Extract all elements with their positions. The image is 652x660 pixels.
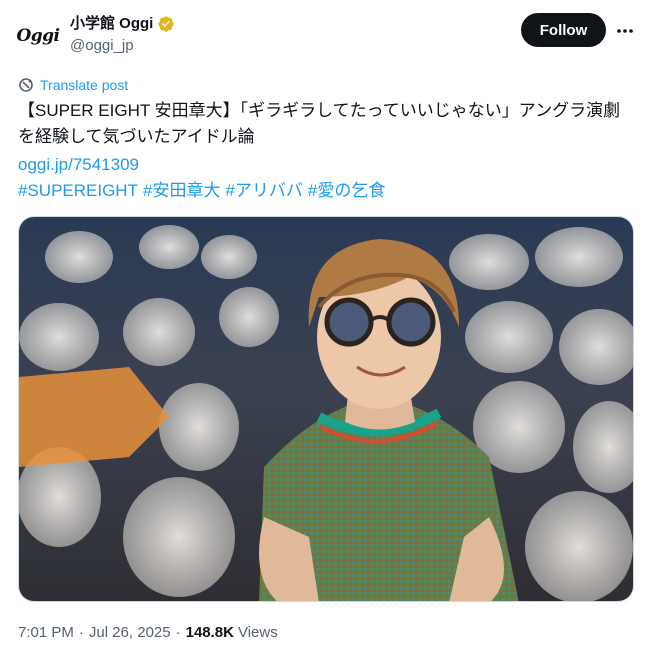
separator-dot: · [175,624,181,641]
verified-badge-icon [158,16,175,32]
hashtag[interactable]: #安田章大 [143,179,220,203]
avatar-logo: Oggi [16,26,60,46]
hashtag[interactable]: #SUPEREIGHT [18,179,138,203]
handle[interactable]: @oggi_jp [70,36,175,56]
post-link[interactable]: oggi.jp/7541309 [18,153,139,177]
author-info: 小学館 Oggi @oggi_jp [70,14,175,56]
more-options-icon [617,29,633,33]
display-name[interactable]: 小学館 Oggi [70,14,175,34]
hashtag[interactable]: #愛の乞食 [308,179,385,203]
avatar[interactable]: Oggi [16,14,60,58]
separator-dot: · [78,624,84,641]
photo-illustration [19,217,633,601]
views-count: 148.8K [185,624,234,641]
post-meta: 7:01 PM · Jul 26, 2025 · 148.8K Views [18,624,278,641]
views-label: Views [237,624,278,641]
post-text: 【SUPER EIGHT 安田章大】「ギラギラしてたっていいじゃない」アングラ演… [18,101,621,146]
follow-button[interactable]: Follow [521,13,606,47]
display-name-text: 小学館 Oggi [70,15,154,32]
post-image[interactable] [18,216,634,602]
post-time[interactable]: 7:01 PM [18,624,74,641]
post-date[interactable]: Jul 26, 2025 [89,624,171,641]
hashtag-list: #SUPEREIGHT #安田章大 #アリババ #愛の乞食 [18,179,385,203]
hashtag[interactable]: #アリババ [225,179,302,203]
more-options-button[interactable] [612,18,638,44]
translate-post-link[interactable]: Translate post [18,77,128,93]
translate-icon [19,78,33,92]
translate-label: Translate post [40,77,129,93]
